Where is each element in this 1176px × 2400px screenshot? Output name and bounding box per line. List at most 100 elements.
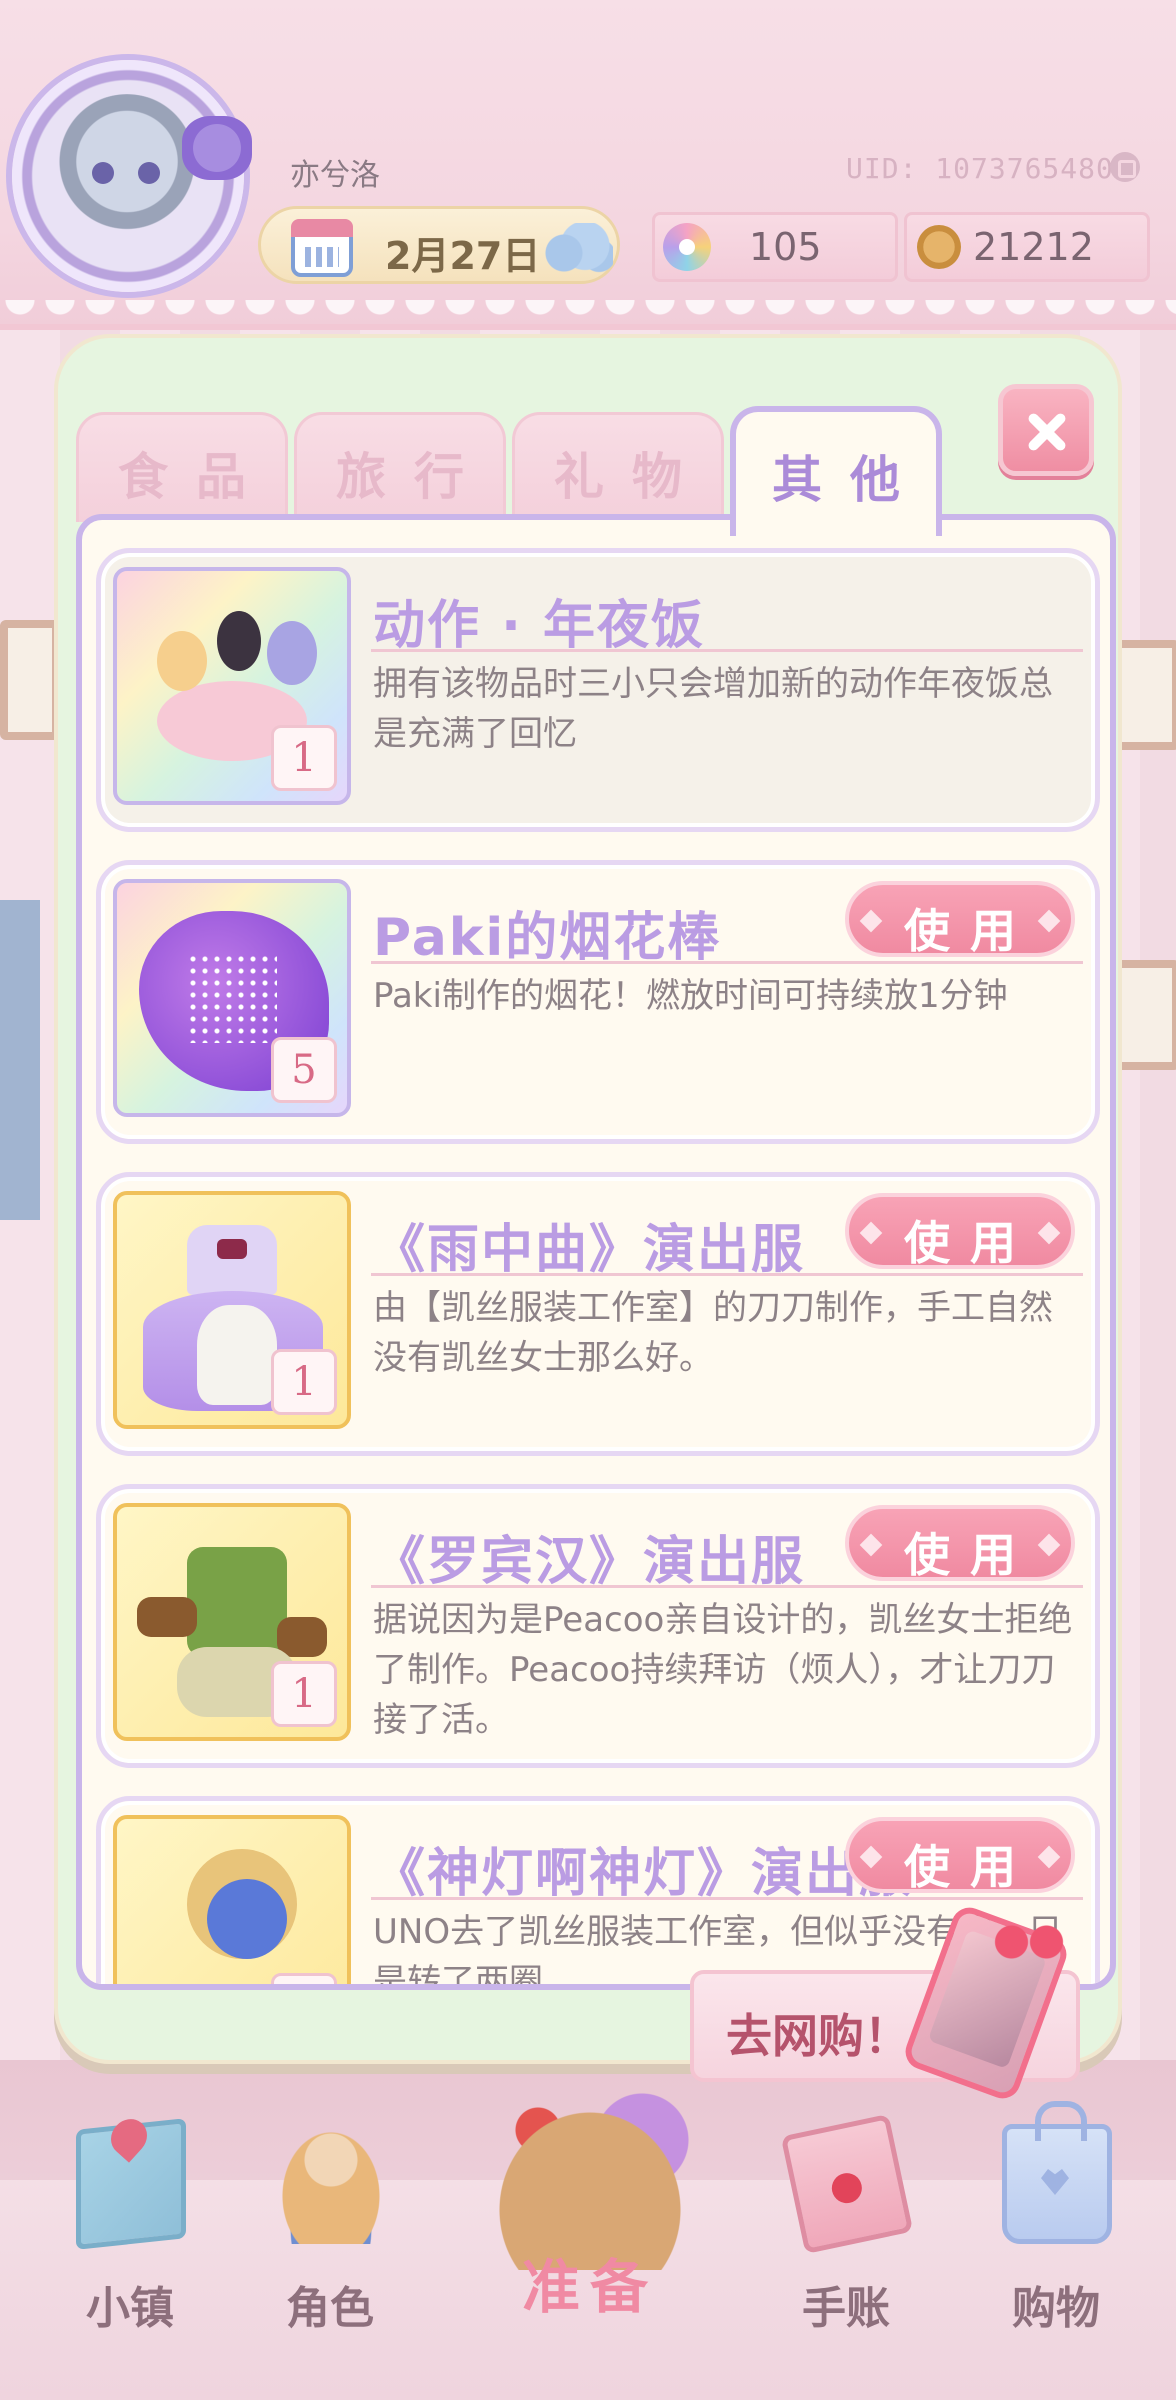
item-count: 1 <box>271 1349 337 1415</box>
bag-icon <box>1002 2101 1112 2244</box>
username: 亦兮洛 <box>290 158 380 193</box>
item-description: Paki制作的烟花！燃放时间可持续放1分钟 <box>373 976 1008 1016</box>
avatar-eye <box>138 162 160 184</box>
tab-label: 旅行 <box>336 448 492 506</box>
gem-icon <box>663 223 711 271</box>
tab-label: 其他 <box>772 451 928 509</box>
nav-item-prepare[interactable]: 准备 <box>500 2110 680 2380</box>
tab-label: 食品 <box>118 448 274 506</box>
book-icon <box>780 2113 914 2255</box>
date-display: 2月27日 <box>258 206 620 284</box>
item-count: 1 <box>271 1973 337 1984</box>
gem-counter[interactable]: 105 <box>652 212 898 282</box>
tab-label: 礼物 <box>554 448 710 506</box>
use-button[interactable]: 使用 <box>845 1817 1075 1894</box>
character-image <box>217 611 261 671</box>
item-count: 1 <box>271 1661 337 1727</box>
sparkle-dots <box>187 953 277 1043</box>
online-shop-label: 去网购！ <box>726 2009 910 2063</box>
background-picture-frame <box>0 620 60 740</box>
nav-label: 购物 <box>1012 2283 1100 2334</box>
genie-image <box>207 1879 287 1959</box>
avatar-cat-image <box>52 94 202 244</box>
use-button-label: 使用 <box>904 1840 1036 1894</box>
uid-label: UID: 1073765480 <box>846 152 1114 185</box>
use-button-label: 使用 <box>904 904 1036 958</box>
use-button-label: 使用 <box>904 1528 1036 1582</box>
calendar-icon <box>291 219 353 277</box>
list-item[interactable]: 1 动作 · 年夜饭 拥有该物品时三小只会增加新的动作年夜饭总是充满了回忆 <box>96 548 1100 832</box>
top-header: 亦兮洛 UID: 1073765480 2月27日 105 21212 <box>0 0 1176 330</box>
item-name: 《雨中曲》演出服 <box>373 1220 806 1280</box>
bottom-nav: 小镇 角色 准备 手账 购物 <box>0 2070 1176 2400</box>
dress-bodice-image <box>187 1225 277 1295</box>
item-name: 动作 · 年夜饭 <box>373 596 705 656</box>
nav-item-town[interactable]: 小镇 <box>40 2110 220 2380</box>
copy-uid-icon[interactable] <box>1110 152 1140 182</box>
inventory-modal: 食品 旅行 礼物 其他 1 动作 · 年夜饭 拥有该物品时三小只会增加新的动作年… <box>54 334 1122 2064</box>
item-thumbnail: 1 <box>113 1503 351 1741</box>
tab-other[interactable]: 其他 <box>730 406 942 536</box>
nav-item-characters[interactable]: 角色 <box>240 2110 420 2380</box>
nav-label: 小镇 <box>86 2283 174 2334</box>
item-description: 拥有该物品时三小只会增加新的动作年夜饭总是充满了回忆 <box>373 664 1053 754</box>
close-button[interactable] <box>998 384 1094 476</box>
divider <box>371 1897 1083 1900</box>
tab-gifts[interactable]: 礼物 <box>512 412 724 522</box>
doll-icon <box>276 2124 386 2244</box>
glove-image <box>137 1597 197 1637</box>
use-button[interactable]: 使用 <box>845 1505 1075 1582</box>
item-description: 据说因为是Peacoo亲自设计的，凯丝女士拒绝了制作。Peacoo持续拜访（烦人… <box>373 1600 1073 1740</box>
item-list-panel: 1 动作 · 年夜饭 拥有该物品时三小只会增加新的动作年夜饭总是充满了回忆 5 … <box>76 514 1116 1990</box>
map-pin-icon <box>103 2111 155 2163</box>
use-button[interactable]: 使用 <box>845 1193 1075 1270</box>
category-tabs: 食品 旅行 礼物 其他 <box>76 406 976 536</box>
item-thumbnail: 1 <box>113 1815 351 1984</box>
tunic-image <box>187 1547 287 1657</box>
dress-underskirt-image <box>197 1305 277 1405</box>
tab-travel[interactable]: 旅行 <box>294 412 506 522</box>
item-name: 《神灯啊神灯》演出服 <box>373 1844 914 1904</box>
item-count: 5 <box>271 1037 337 1103</box>
character-image <box>157 631 207 691</box>
item-list[interactable]: 1 动作 · 年夜饭 拥有该物品时三小只会增加新的动作年夜饭总是充满了回忆 5 … <box>82 520 1110 1984</box>
bow-image <box>217 1239 247 1259</box>
use-button[interactable]: 使用 <box>845 881 1075 958</box>
coin-value: 21212 <box>973 225 1094 269</box>
avatar-decoration <box>182 116 252 180</box>
bow-icon <box>994 1922 1064 1962</box>
list-item[interactable]: 1 《雨中曲》演出服 由【凯丝服装工作室】的刀刀制作，手工自然没有凯丝女士那么好… <box>96 1172 1100 1456</box>
item-thumbnail: 5 <box>113 879 351 1117</box>
item-thumbnail: 1 <box>113 1191 351 1429</box>
use-button-label: 使用 <box>904 1216 1036 1270</box>
nav-label: 角色 <box>286 2283 374 2334</box>
weather-cloud-icon <box>543 223 613 273</box>
coin-counter[interactable]: 21212 <box>904 212 1150 282</box>
item-count: 1 <box>271 725 337 791</box>
current-date: 2月27日 <box>385 234 541 278</box>
nav-item-journal[interactable]: 手账 <box>756 2110 936 2380</box>
item-description: 由【凯丝服装工作室】的刀刀制作，手工自然没有凯丝女士那么好。 <box>373 1288 1053 1378</box>
item-name: 《罗宾汉》演出服 <box>373 1532 806 1592</box>
map-icon <box>76 2111 186 2250</box>
list-item[interactable]: 5 Paki的烟花棒 Paki制作的烟花！燃放时间可持续放1分钟 使用 <box>96 860 1100 1144</box>
nav-label: 准备 <box>521 2253 658 2321</box>
glove-image <box>277 1617 327 1657</box>
divider <box>371 649 1083 652</box>
background-curtain <box>0 900 40 1220</box>
nav-item-shopping[interactable]: 购物 <box>966 2101 1146 2380</box>
lace-border <box>0 300 1176 330</box>
avatar-eye <box>92 162 114 184</box>
online-shop-button[interactable]: 去网购！ <box>690 1902 1080 2104</box>
list-item[interactable]: 1 《罗宾汉》演出服 据说因为是Peacoo亲自设计的，凯丝女士拒绝了制作。Pe… <box>96 1484 1100 1768</box>
tab-food[interactable]: 食品 <box>76 412 288 522</box>
divider <box>371 1273 1083 1276</box>
avatar[interactable] <box>12 60 252 292</box>
item-thumbnail: 1 <box>113 567 351 805</box>
divider <box>371 961 1083 964</box>
nav-label: 手账 <box>802 2283 890 2334</box>
item-name: Paki的烟花棒 <box>373 908 722 968</box>
gem-value: 105 <box>749 225 822 269</box>
character-image <box>267 621 317 685</box>
coin-icon <box>917 225 961 269</box>
